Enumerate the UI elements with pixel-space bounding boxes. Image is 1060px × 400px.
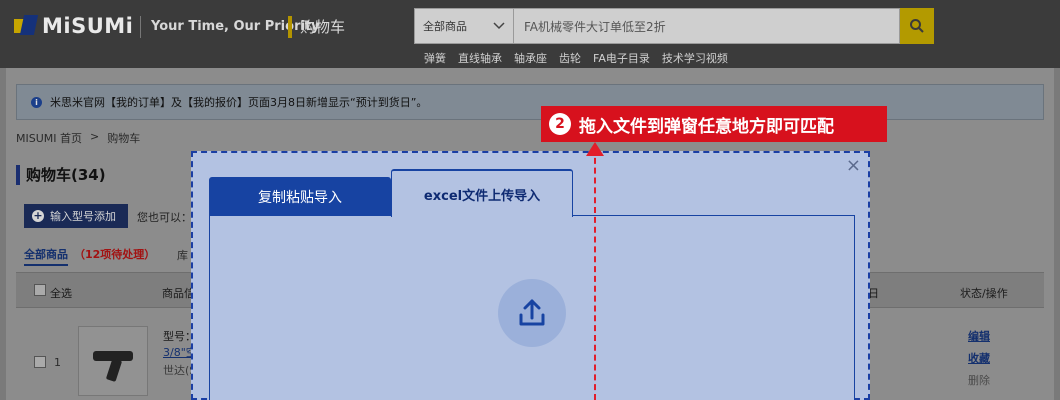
- search-input[interactable]: FA机械零件大订单低至2折: [514, 8, 900, 44]
- import-modal[interactable]: × 复制粘贴导入 excel文件上传导入: [191, 151, 870, 400]
- tab-all-products[interactable]: 全部商品: [24, 246, 68, 266]
- cart-title: 购物车(34): [16, 165, 106, 185]
- col-status: 状态/操作: [960, 287, 1008, 300]
- tab-stock[interactable]: 库: [177, 247, 188, 263]
- quick-links: 弹簧 直线轴承 轴承座 齿轮 FA电子目录 技术学习视频: [424, 50, 728, 66]
- tab-excel-upload-import[interactable]: excel文件上传导入: [391, 169, 573, 217]
- plus-icon: +: [32, 209, 44, 222]
- annotation-dashed-line: [594, 148, 596, 400]
- add-by-model-button[interactable]: + 输入型号添加: [24, 204, 128, 228]
- logo-mark-icon: [14, 15, 39, 37]
- breadcrumb-separator: >: [90, 130, 100, 143]
- quick-link[interactable]: 直线轴承: [458, 50, 502, 66]
- quick-link[interactable]: 技术学习视频: [662, 50, 728, 66]
- also-text: 您也可以：: [137, 211, 192, 224]
- quick-link[interactable]: 弹簧: [424, 50, 446, 66]
- pending-count-badge: （12项待处理）: [74, 248, 156, 261]
- notice-text: 米思米官网【我的订单】及【我的报价】页面3月8日新增显示“预计到货日”。: [50, 96, 428, 109]
- row-index: 1: [54, 356, 61, 369]
- quick-link[interactable]: 齿轮: [559, 50, 581, 66]
- annotation-arrow-icon: [586, 142, 604, 156]
- breadcrumb-current: 购物车: [107, 132, 141, 145]
- chevron-down-icon: [493, 22, 505, 30]
- site-header: MiSUMi Your Time, Our Priority 购物车 全部商品 …: [0, 0, 1060, 68]
- add-by-model-label: 输入型号添加: [50, 210, 116, 223]
- annotation-callout: 2 拖入文件到弹窗任意地方即可匹配: [541, 106, 887, 142]
- breadcrumb-home[interactable]: MISUMI 首页: [16, 130, 82, 146]
- header-page-name: 购物车: [288, 16, 345, 38]
- edit-link[interactable]: 编辑: [968, 328, 990, 344]
- cart-filter-tabs: 全部商品 （12项待处理）: [24, 246, 155, 266]
- search-button[interactable]: [900, 8, 934, 44]
- product-image[interactable]: [78, 326, 148, 396]
- row-checkbox[interactable]: [34, 356, 46, 368]
- misumi-logo[interactable]: MiSUMi: [14, 14, 133, 38]
- quick-link[interactable]: 轴承座: [514, 50, 547, 66]
- breadcrumb: MISUMI 首页 > 购物车: [16, 130, 140, 146]
- search-icon: [910, 19, 924, 33]
- delete-link[interactable]: 删除: [968, 372, 990, 388]
- favorite-link[interactable]: 收藏: [968, 350, 990, 366]
- logo-text: MiSUMi: [42, 14, 134, 38]
- quick-link[interactable]: FA电子目录: [593, 50, 650, 66]
- annotation-number: 2: [549, 113, 571, 135]
- search-bar: 全部商品 FA机械零件大订单低至2折: [414, 8, 934, 44]
- upload-button[interactable]: [498, 279, 566, 347]
- col-select-all: 全选: [50, 287, 72, 300]
- upload-icon: [519, 299, 545, 326]
- annotation-text: 拖入文件到弹窗任意地方即可匹配: [579, 116, 834, 137]
- search-category-select[interactable]: 全部商品: [414, 8, 514, 44]
- select-all-checkbox[interactable]: [34, 284, 46, 296]
- info-icon: i: [31, 96, 42, 108]
- tab-copy-paste-import[interactable]: 复制粘贴导入: [209, 177, 391, 217]
- notice-banner: i 米思米官网【我的订单】及【我的报价】页面3月8日新增显示“预计到货日”。: [16, 84, 1044, 120]
- close-icon[interactable]: ×: [846, 157, 861, 175]
- search-category-label: 全部商品: [423, 20, 467, 33]
